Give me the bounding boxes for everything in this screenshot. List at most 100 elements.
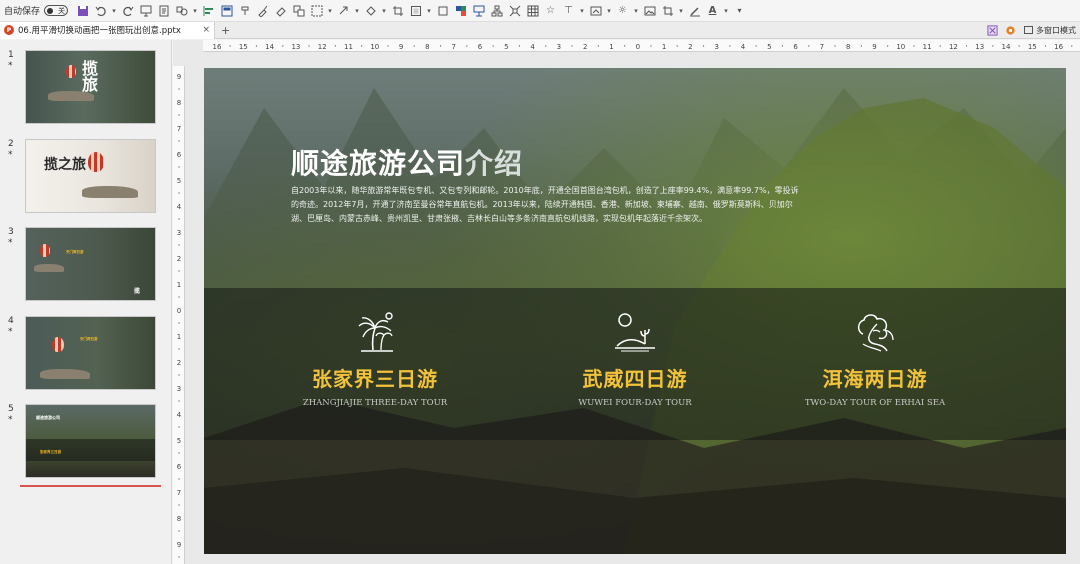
chart-icon[interactable] bbox=[470, 3, 487, 19]
frame-icon[interactable] bbox=[407, 3, 424, 19]
chevron-down-icon[interactable]: ▾ bbox=[425, 3, 433, 19]
org-chart-icon[interactable] bbox=[488, 3, 505, 19]
format-painter-icon[interactable] bbox=[236, 3, 253, 19]
ruler-label: 4 bbox=[530, 43, 535, 51]
brush-icon[interactable] bbox=[254, 3, 271, 19]
group-icon[interactable] bbox=[308, 3, 325, 19]
ruler-tick bbox=[387, 45, 389, 47]
chevron-down-icon[interactable]: ▾ bbox=[353, 3, 361, 19]
vertical-ruler: 9 8 7 6 5 4 3 2 1 0 1 2 3 4 5 6 7 8 9 bbox=[173, 66, 185, 564]
ruler-label: 9 bbox=[177, 541, 181, 549]
text-box-icon[interactable]: ⊤ bbox=[560, 3, 577, 19]
rotate-icon[interactable] bbox=[335, 3, 352, 19]
slide-thumbnail-4[interactable]: 天门两日游 bbox=[25, 316, 156, 390]
ruler-label: 9 bbox=[399, 43, 403, 51]
image-icon[interactable] bbox=[452, 3, 469, 19]
thumbnail-background: 天门两日游 揽 bbox=[26, 228, 155, 300]
effects-icon[interactable]: ☼ bbox=[614, 3, 631, 19]
chevron-down-icon[interactable]: ▾ bbox=[380, 3, 388, 19]
tour-title: 张家界三日游 bbox=[312, 367, 438, 391]
eraser-icon[interactable] bbox=[272, 3, 289, 19]
slide-thumbnail-5[interactable]: 顺途旅游公司 张家界三日游 bbox=[25, 404, 156, 478]
crop-icon[interactable] bbox=[389, 3, 406, 19]
ruler-tick bbox=[650, 45, 652, 47]
ruler-label: 7 bbox=[451, 43, 455, 51]
thumbnail-title: 揽之旅 bbox=[44, 157, 86, 173]
fill-icon[interactable] bbox=[362, 3, 379, 19]
chevron-down-icon[interactable]: ▾ bbox=[191, 3, 199, 19]
outline-icon[interactable] bbox=[686, 3, 703, 19]
ruler-label: 3 bbox=[714, 43, 718, 51]
ruler-tick bbox=[755, 45, 757, 47]
tour-title: 武威四日游 bbox=[582, 367, 688, 391]
chevron-down-icon[interactable]: ▾ bbox=[110, 3, 118, 19]
multiwindow-button[interactable]: 多窗口模式 bbox=[1020, 25, 1080, 36]
tree-landscape-icon bbox=[857, 314, 894, 352]
add-tab-button[interactable]: + bbox=[215, 24, 236, 37]
redo-icon[interactable] bbox=[119, 3, 136, 19]
square-icon[interactable] bbox=[434, 3, 451, 19]
chevron-down-icon[interactable]: ▾ bbox=[605, 3, 613, 19]
align-icon[interactable] bbox=[200, 3, 217, 19]
ruler-tick bbox=[939, 45, 941, 47]
document-tab[interactable]: P 06.用平滑切换动画把一张图玩出创意.pptx × bbox=[0, 21, 215, 39]
font-color-icon[interactable]: A bbox=[704, 3, 721, 19]
close-icon[interactable]: × bbox=[199, 25, 210, 35]
autosave-toggle[interactable]: 关 bbox=[44, 5, 69, 16]
slide-number: 3 bbox=[8, 227, 14, 237]
settings-icon[interactable] bbox=[1002, 23, 1018, 38]
chevron-down-icon[interactable]: ▾ bbox=[722, 3, 730, 19]
ruler-tick bbox=[571, 45, 573, 47]
ruler-tick bbox=[178, 140, 180, 142]
crop-tool-icon[interactable] bbox=[659, 3, 676, 19]
chevron-down-icon[interactable]: ▾ bbox=[632, 3, 640, 19]
chevron-down-icon[interactable]: ▾ bbox=[326, 3, 334, 19]
thumbnail-background: 顺途旅游公司 张家界三日游 bbox=[26, 405, 155, 477]
ruler-tick bbox=[965, 45, 968, 47]
ruler-label: 12 bbox=[949, 43, 958, 51]
slide-thumbnail-1[interactable]: 揽 旅 bbox=[25, 50, 156, 124]
powerpoint-icon: P bbox=[4, 25, 14, 35]
slide-body-text: 自2003年以来，随华旅游常年既包专机、又包专列和邮轮。2010年底，开通全国首… bbox=[291, 186, 799, 223]
ruler-label: 13 bbox=[291, 43, 300, 51]
thumbnail-row: 5 * 顺途旅游公司 张家界三日游 bbox=[0, 404, 172, 482]
more-icon[interactable]: ▾ bbox=[731, 3, 748, 19]
ruler-label: 5 bbox=[504, 43, 508, 51]
ruler-tick bbox=[360, 45, 363, 47]
document-tab-title: 06.用平滑切换动画把一张图玩出创意.pptx bbox=[18, 26, 181, 36]
ruler-tick bbox=[992, 45, 994, 47]
slide-thumbnail-3[interactable]: 天门两日游 揽 bbox=[25, 227, 156, 301]
balloon-icon bbox=[52, 337, 64, 352]
undo-icon[interactable] bbox=[92, 3, 109, 19]
tour-card: 张家界三日游 ZHANGJIAJIE THREE-DAY TOUR bbox=[255, 288, 495, 408]
ruler-tick bbox=[178, 504, 180, 506]
ruler-tick bbox=[282, 45, 284, 47]
thumbnail-logo: 揽 bbox=[134, 288, 141, 295]
shapes-icon[interactable] bbox=[173, 3, 190, 19]
arrange-icon[interactable] bbox=[290, 3, 307, 19]
edit-image-icon[interactable] bbox=[587, 3, 604, 19]
picture-icon[interactable] bbox=[641, 3, 658, 19]
ruler-tick bbox=[178, 530, 180, 532]
chevron-down-icon[interactable]: ▾ bbox=[677, 3, 685, 19]
thumbnail-background: 天门两日游 bbox=[26, 317, 155, 389]
ruler-label: 0 bbox=[177, 307, 181, 315]
tour-band: 张家界三日游 ZHANGJIAJIE THREE-DAY TOUR 武威四日游 … bbox=[204, 288, 1066, 440]
ruler-tick bbox=[518, 45, 521, 47]
horizontal-ruler: 16 15 14 13 12 11 10 9 8 7 6 5 4 3 2 1 0 1 2 3 4 5 6 7 8 9 10 11 12 1… bbox=[203, 40, 1080, 52]
ruler-tick bbox=[178, 244, 180, 246]
ruler-label: 10 bbox=[370, 43, 379, 51]
save-icon[interactable] bbox=[74, 3, 91, 19]
slide-thumbnail-2[interactable]: 揽之旅 bbox=[25, 139, 156, 213]
new-slide-icon[interactable] bbox=[155, 3, 172, 19]
pin-icon[interactable] bbox=[984, 23, 1000, 38]
resize-icon[interactable] bbox=[506, 3, 523, 19]
slide-canvas[interactable]: 顺途旅游公司介绍 自2003年以来，随华旅游常年既包专机、又包专列和邮轮。201… bbox=[204, 68, 1066, 554]
star-icon[interactable]: ☆ bbox=[542, 3, 559, 19]
desert-sun-icon bbox=[615, 313, 655, 352]
presenter-icon[interactable] bbox=[137, 3, 154, 19]
layout-icon[interactable] bbox=[218, 3, 235, 19]
chevron-down-icon[interactable]: ▾ bbox=[578, 3, 586, 19]
ruler-tick bbox=[439, 45, 442, 47]
table-icon[interactable] bbox=[524, 3, 541, 19]
